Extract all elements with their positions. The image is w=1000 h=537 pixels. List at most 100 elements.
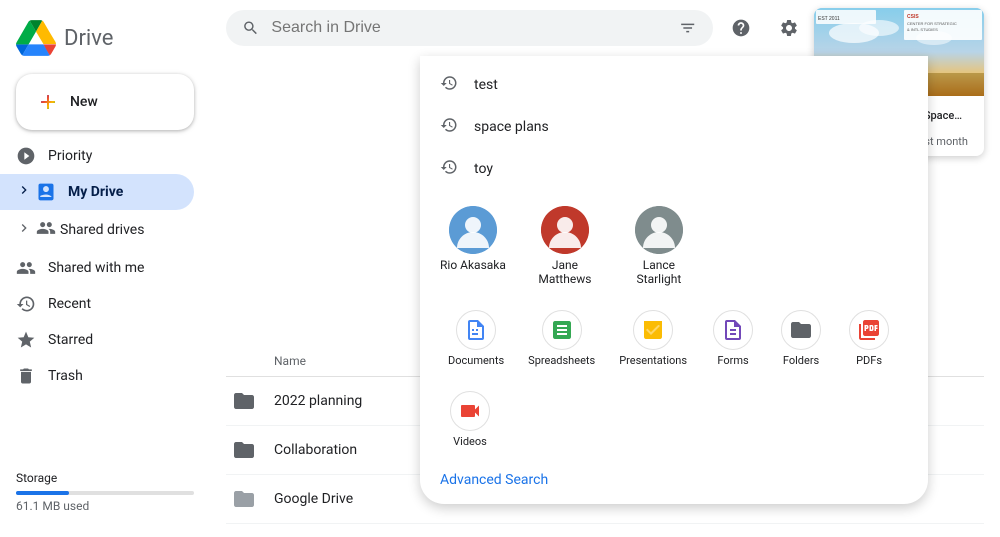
person-avatar-image-2 [635, 206, 683, 254]
trash-label: Trash [48, 368, 83, 384]
filter-videos-label: Videos [453, 435, 487, 448]
person-name-1: Jane Matthews [530, 258, 600, 286]
filter-documents-label: Documents [448, 354, 504, 367]
sidebar-item-priority[interactable]: Priority [0, 138, 194, 174]
type-filters: Documents Spreadsheets Presentations [420, 294, 928, 464]
main-area: Google U test space plans [210, 0, 1000, 537]
person-avatar-0 [449, 206, 497, 254]
shared-drives-arrow [16, 220, 32, 240]
trash-icon [16, 366, 36, 386]
recent-search-item-0[interactable]: test [420, 64, 928, 106]
folder-icon-3 [226, 530, 262, 537]
storage-used: 61.1 MB used [16, 499, 194, 513]
filter-videos[interactable]: Videos [440, 383, 500, 456]
person-0[interactable]: Rio Akasaka [440, 206, 506, 286]
recent-search-item-2[interactable]: toy [420, 148, 928, 190]
shared-with-me-label: Shared with me [48, 260, 144, 276]
sidebar: Drive New Priority [0, 0, 210, 537]
person-name-2: Lance Starlight [624, 258, 694, 286]
person-1[interactable]: Jane Matthews [530, 206, 600, 286]
person-2[interactable]: Lance Starlight [624, 206, 694, 286]
filter-documents[interactable]: Documents [440, 302, 512, 375]
recent-label: Recent [48, 296, 91, 312]
person-avatar-2 [635, 206, 683, 254]
filter-spreadsheets-label: Spreadsheets [528, 354, 595, 367]
svg-text:& INTL STUDIES: & INTL STUDIES [907, 27, 938, 32]
filter-forms-label: Forms [717, 354, 748, 367]
shared-with-me-icon [16, 258, 36, 278]
recent-search-text-0: test [474, 77, 498, 93]
sidebar-item-starred[interactable]: Starred [0, 322, 194, 358]
clock-icon-2 [440, 158, 458, 180]
filter-pdfs[interactable]: PDFs [839, 302, 899, 375]
advanced-search: Advanced Search [420, 464, 928, 496]
person-avatar-image-1 [541, 206, 589, 254]
filter-folders-label: Folders [783, 354, 819, 367]
filter-presentations[interactable]: Presentations [611, 302, 695, 375]
people-section: Rio Akasaka Jane Matthews [420, 198, 928, 294]
sidebar-item-trash[interactable]: Trash [0, 358, 194, 394]
recent-icon [16, 294, 36, 314]
help-icon [731, 18, 751, 38]
storage-section: Storage 61.1 MB used [0, 455, 210, 529]
new-plus-icon [36, 90, 60, 114]
svg-text:CENTER FOR STRATEGIC: CENTER FOR STRATEGIC [907, 21, 957, 26]
sidebar-item-recent[interactable]: Recent [0, 286, 194, 322]
shared-drives-icon [36, 218, 56, 242]
storage-label: Storage [16, 471, 194, 485]
sidebar-item-shared-drives[interactable]: Shared drives [0, 210, 194, 250]
folder-icon-2 [226, 481, 262, 517]
logo-area: Drive [0, 8, 210, 74]
my-drive-arrow [16, 182, 24, 202]
filter-forms-icon [713, 310, 753, 350]
settings-icon [779, 18, 799, 38]
recent-search-text-1: space plans [474, 119, 549, 135]
sidebar-item-shared-with-me[interactable]: Shared with me [0, 250, 194, 286]
drive-logo-icon [16, 18, 56, 58]
filter-documents-icon [456, 310, 496, 350]
table-row[interactable]: Test me Sep 17, 2021 — [226, 524, 984, 537]
filter-pdfs-icon [849, 310, 889, 350]
filter-presentations-label: Presentations [619, 354, 687, 367]
filter-videos-icon [450, 391, 490, 431]
storage-bar-fill [16, 491, 69, 495]
filter-spreadsheets[interactable]: Spreadsheets [520, 302, 603, 375]
filter-folders-icon [781, 310, 821, 350]
logo-text: Drive [64, 26, 113, 51]
search-dropdown: test space plans toy [420, 56, 928, 504]
settings-button[interactable] [769, 8, 809, 48]
search-input[interactable] [271, 19, 667, 37]
starred-label: Starred [48, 332, 93, 348]
my-drive-label: My Drive [68, 184, 123, 200]
starred-icon [16, 330, 36, 350]
clock-icon-1 [440, 116, 458, 138]
help-button[interactable] [721, 8, 761, 48]
recent-search-text-2: toy [474, 161, 493, 177]
filter-spreadsheets-icon [542, 310, 582, 350]
svg-text:EST 2011: EST 2011 [818, 16, 840, 22]
my-drive-icon [36, 182, 56, 202]
person-name-0: Rio Akasaka [440, 258, 506, 272]
advanced-search-link[interactable]: Advanced Search [440, 472, 548, 488]
shared-drives-label: Shared drives [60, 222, 144, 238]
person-avatar-1 [541, 206, 589, 254]
clock-icon-0 [440, 74, 458, 96]
storage-bar-bg [16, 491, 194, 495]
search-filter-icon[interactable] [679, 18, 696, 38]
recent-searches: test space plans toy [420, 56, 928, 198]
sidebar-item-my-drive[interactable]: My Drive [0, 174, 194, 210]
search-bar[interactable] [226, 10, 713, 46]
search-icon [242, 18, 259, 38]
filter-forms[interactable]: Forms [703, 302, 763, 375]
filter-presentations-icon [633, 310, 673, 350]
priority-icon [16, 146, 36, 166]
filter-folders[interactable]: Folders [771, 302, 831, 375]
folder-icon-1 [226, 432, 262, 468]
svg-text:CSIS: CSIS [907, 14, 919, 20]
folder-icon-0 [226, 383, 262, 419]
priority-label: Priority [48, 148, 92, 164]
person-avatar-image-0 [449, 206, 497, 254]
filter-pdfs-label: PDFs [856, 354, 882, 367]
recent-search-item-1[interactable]: space plans [420, 106, 928, 148]
new-button[interactable]: New [16, 74, 194, 130]
